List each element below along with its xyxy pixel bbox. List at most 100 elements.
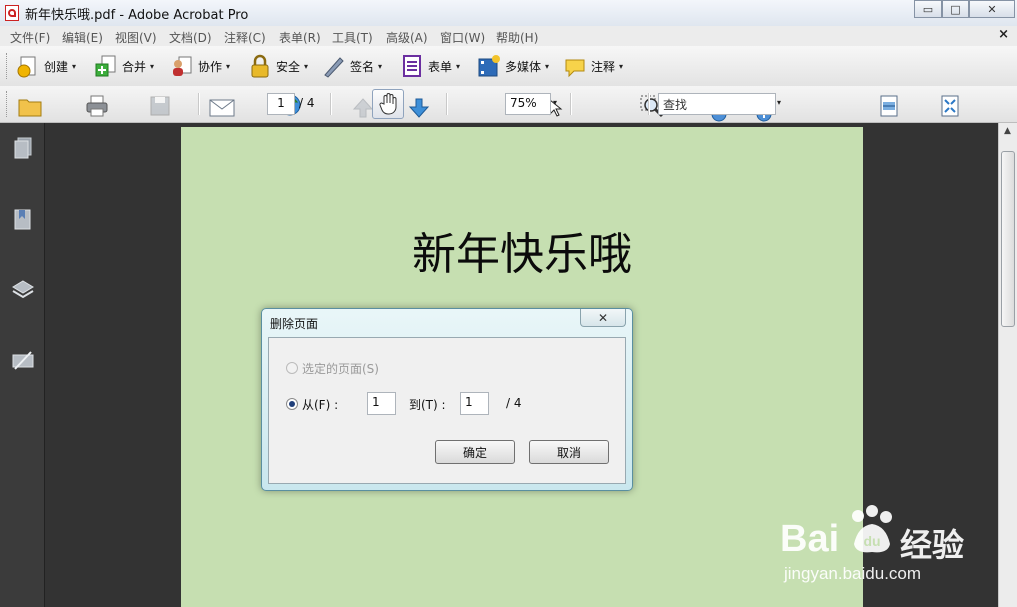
window-title: 新年快乐哦.pdf - Adobe Acrobat Pro — [25, 8, 249, 23]
menu-file[interactable]: 文件(F) — [10, 29, 50, 46]
menu-edit[interactable]: 编辑(E) — [62, 29, 103, 46]
collaborate-label: 协作 — [198, 59, 223, 74]
watermark-jingyan: 经验 — [900, 526, 965, 564]
chevron-down-icon: ▾ — [304, 61, 309, 71]
paw-logo-icon: du — [848, 504, 894, 556]
hand-tool-button[interactable] — [372, 89, 404, 119]
menu-view[interactable]: 视图(V) — [115, 29, 157, 46]
menu-comments[interactable]: 注释(C) — [224, 29, 266, 46]
zoom-dropdown-icon[interactable]: ▾ — [553, 98, 557, 107]
full-screen-icon[interactable] — [939, 94, 961, 118]
maximize-button[interactable]: □ — [942, 0, 969, 18]
previous-page-icon[interactable] — [352, 97, 374, 119]
vertical-scrollbar[interactable]: ▲ — [998, 123, 1017, 607]
menu-tools[interactable]: 工具(T) — [332, 29, 373, 46]
chevron-down-icon: ▾ — [150, 61, 155, 71]
sign-button[interactable]: 签名 ▾ — [322, 53, 382, 79]
baidu-jingyan-watermark: Bai du 经验 jingyan.baidu.com — [780, 500, 1000, 595]
signatures-icon[interactable] — [11, 349, 35, 373]
minimize-button[interactable]: ▭ — [914, 0, 942, 18]
svg-text:du: du — [863, 533, 880, 549]
pen-icon — [322, 54, 346, 78]
forms-label: 表单 — [428, 59, 453, 74]
toolbar-separator — [446, 93, 448, 115]
maximize-icon: □ — [950, 2, 961, 16]
security-button[interactable]: 安全 ▾ — [248, 53, 308, 79]
form-icon — [400, 54, 424, 78]
selected-pages-label: 选定的页面(S) — [302, 362, 379, 376]
comment-button[interactable]: 注释 ▾ — [563, 53, 623, 79]
create-icon — [16, 54, 40, 78]
to-page-input[interactable]: 1 — [460, 392, 489, 415]
menu-help[interactable]: 帮助(H) — [496, 29, 538, 46]
print-icon[interactable] — [85, 94, 109, 118]
fit-width-icon[interactable] — [878, 94, 900, 118]
pages-icon[interactable] — [12, 136, 34, 160]
comment-icon — [563, 54, 587, 78]
layers-icon[interactable] — [11, 278, 35, 302]
page-heading: 新年快乐哦 — [412, 229, 632, 280]
combine-icon — [94, 54, 118, 78]
total-pages-label: / 4 — [506, 396, 522, 410]
sign-label: 签名 — [350, 59, 375, 74]
bookmarks-icon[interactable] — [12, 207, 34, 231]
scroll-up-icon[interactable]: ▲ — [1004, 126, 1011, 136]
toolbar-separator — [570, 93, 572, 115]
watermark-brand: Bai — [780, 518, 840, 560]
toolbar-grip[interactable] — [6, 53, 10, 79]
menu-forms[interactable]: 表单(R) — [279, 29, 321, 46]
multimedia-icon — [477, 54, 501, 78]
ok-button[interactable]: 确定 — [435, 440, 515, 464]
delete-pages-dialog: 删除页面 ✕ 选定的页面(S) 从(F) : 1 到(T) : 1 / 4 确定… — [261, 308, 633, 491]
close-icon: ✕ — [597, 310, 609, 325]
close-icon: ✕ — [987, 2, 997, 16]
multimedia-label: 多媒体 — [505, 59, 542, 74]
from-range-radio[interactable] — [286, 398, 298, 410]
page-total: / 4 — [299, 96, 315, 110]
dialog-title: 删除页面 — [270, 317, 319, 331]
hand-icon — [377, 92, 401, 116]
toolbar-separator — [330, 93, 332, 115]
menu-document[interactable]: 文档(D) — [169, 29, 212, 46]
minimize-icon: ▭ — [922, 2, 934, 16]
to-label: 到(T) : — [409, 398, 446, 412]
collaborate-button[interactable]: 协作 ▾ — [170, 53, 230, 79]
create-label: 创建 — [44, 59, 69, 74]
cancel-button[interactable]: 取消 — [529, 440, 609, 464]
dialog-close-button[interactable]: ✕ — [580, 309, 626, 327]
combine-label: 合并 — [122, 59, 147, 74]
toolbar-grip[interactable] — [6, 91, 10, 117]
scrollbar-thumb[interactable] — [1001, 151, 1015, 327]
open-folder-icon[interactable] — [17, 94, 43, 118]
next-page-icon[interactable] — [408, 97, 430, 119]
from-label: 从(F) : — [302, 398, 339, 412]
create-button[interactable]: 创建 ▾ — [16, 53, 76, 79]
toolbar-separator — [648, 93, 650, 115]
lock-icon — [248, 54, 272, 78]
page-number-input[interactable]: 1 — [267, 93, 295, 115]
menu-advanced[interactable]: 高级(A) — [386, 29, 428, 46]
email-icon[interactable] — [208, 97, 236, 119]
window-close-button[interactable]: ✕ — [969, 0, 1015, 18]
collaborate-icon — [170, 54, 194, 78]
window-title-bar: 新年快乐哦.pdf - Adobe Acrobat Pro ▭ □ ✕ — [0, 0, 1017, 27]
search-dropdown-icon[interactable]: ▾ — [777, 98, 781, 107]
save-icon[interactable] — [149, 94, 171, 118]
close-document-button[interactable]: × — [998, 27, 1009, 42]
chevron-down-icon: ▾ — [619, 61, 624, 71]
navigation-panel — [0, 123, 45, 607]
zoom-level-input[interactable]: 75% — [505, 93, 551, 115]
chevron-down-icon: ▾ — [545, 61, 550, 71]
multimedia-button[interactable]: 多媒体 ▾ — [477, 53, 549, 79]
task-toolbar: 创建 ▾ 合并 ▾ 协作 ▾ 安全 ▾ 签名 ▾ 表单 ▾ 多媒体 ▾ 注释 ▾ — [0, 46, 1017, 87]
security-label: 安全 — [276, 59, 301, 74]
menu-window[interactable]: 窗口(W) — [440, 29, 485, 46]
combine-button[interactable]: 合并 ▾ — [94, 53, 154, 79]
from-page-input[interactable]: 1 — [367, 392, 396, 415]
chevron-down-icon: ▾ — [378, 61, 383, 71]
forms-button[interactable]: 表单 ▾ — [400, 53, 460, 79]
selected-pages-radio[interactable] — [286, 362, 298, 374]
comment-label: 注释 — [591, 59, 616, 74]
search-input[interactable]: 查找 — [658, 93, 776, 115]
chevron-down-icon: ▾ — [72, 61, 77, 71]
